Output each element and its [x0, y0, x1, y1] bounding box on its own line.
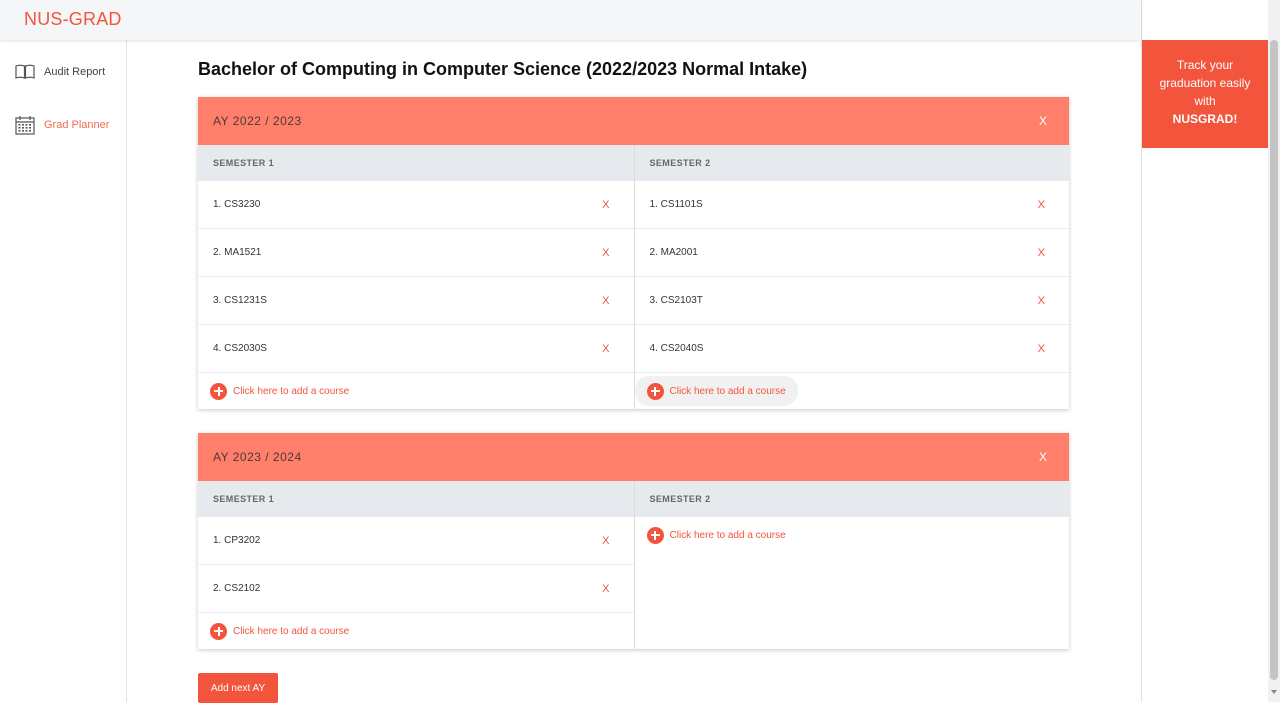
course-code: 3. CS1231S	[213, 295, 267, 306]
semester-column: SEMESTER 1 1. CS3230 X 2. MA1521 X 3. CS…	[198, 145, 634, 409]
sidebar-item-label: Grad Planner	[44, 119, 110, 131]
add-circle-icon	[646, 382, 664, 400]
promo-brand: NUSGRAD!	[1172, 112, 1238, 126]
course-row: 2. MA2001 X	[634, 229, 1069, 277]
promo-line: graduation easily	[1159, 76, 1251, 90]
course-row: 3. CS1231S X	[198, 277, 634, 325]
academic-year-header: AY 2022 / 2023 X	[198, 97, 1069, 145]
top-bar: NUS-GRAD	[0, 0, 1141, 40]
semester-column: SEMESTER 2 Click here to add a course	[633, 481, 1070, 649]
remove-course-button[interactable]: X	[1038, 295, 1045, 307]
course-code: 1. CS3230	[213, 199, 261, 210]
course-code: 2. CS2102	[213, 583, 261, 594]
semester-header: SEMESTER 2	[634, 481, 1069, 517]
course-code: 1. CP3202	[213, 535, 261, 546]
academic-year-card: AY 2023 / 2024 X SEMESTER 1 1. CP3202 X …	[198, 433, 1069, 649]
vertical-scrollbar[interactable]	[1268, 0, 1280, 702]
remove-course-button[interactable]: X	[602, 295, 609, 307]
semester-header: SEMESTER 1	[198, 145, 634, 181]
add-course-label: Click here to add a course	[233, 385, 350, 397]
app-logo[interactable]: NUS-GRAD	[24, 9, 122, 30]
semester-column: SEMESTER 2 1. CS1101S X 2. MA2001 X 3. C…	[633, 145, 1069, 409]
promo-banner: Track your graduation easily with NUSGRA…	[1142, 40, 1268, 148]
course-row: 4. CS2040S X	[634, 325, 1069, 373]
promo-line: with	[1194, 94, 1216, 108]
book-icon	[14, 62, 36, 82]
sidebar: Audit Report Grad Planner	[0, 40, 127, 702]
add-course-button[interactable]: Click here to add a course	[634, 376, 798, 406]
add-course-label: Click here to add a course	[233, 625, 350, 637]
add-course-button[interactable]: Click here to add a course	[635, 517, 1070, 553]
sidebar-item-audit-report[interactable]: Audit Report	[14, 62, 105, 82]
add-course-button[interactable]: Click here to add a course	[198, 613, 634, 649]
semester-header: SEMESTER 2	[634, 145, 1069, 181]
remove-course-button[interactable]: X	[602, 247, 609, 259]
course-code: 3. CS2103T	[649, 295, 703, 306]
course-code: 2. MA2001	[649, 247, 698, 258]
remove-academic-year-button[interactable]: X	[1039, 114, 1047, 128]
promo-line: Track your	[1176, 58, 1234, 72]
remove-course-button[interactable]: X	[602, 535, 609, 547]
remove-course-button[interactable]: X	[602, 199, 609, 211]
add-course-label: Click here to add a course	[669, 529, 786, 541]
remove-academic-year-button[interactable]: X	[1039, 450, 1047, 464]
course-row: 1. CS3230 X	[198, 181, 634, 229]
add-next-ay-button[interactable]: Add next AY	[198, 673, 278, 703]
remove-course-button[interactable]: X	[602, 343, 609, 355]
scroll-down-arrow-icon[interactable]	[1271, 690, 1277, 694]
remove-course-button[interactable]: X	[1038, 199, 1045, 211]
add-circle-icon	[210, 622, 227, 640]
remove-course-button[interactable]: X	[1038, 343, 1045, 355]
course-code: 4. CS2030S	[213, 343, 267, 354]
add-circle-icon	[210, 382, 227, 400]
remove-course-button[interactable]: X	[602, 583, 609, 595]
course-row: 3. CS2103T X	[634, 277, 1069, 325]
calendar-icon	[14, 115, 36, 135]
academic-year-title: AY 2022 / 2023	[213, 114, 302, 128]
academic-year-header: AY 2023 / 2024 X	[198, 433, 1069, 481]
add-circle-icon	[646, 526, 664, 544]
course-code: 1. CS1101S	[649, 199, 703, 210]
course-row: 1. CP3202 X	[198, 517, 634, 565]
add-course-label: Click here to add a course	[669, 385, 786, 397]
page-title: Bachelor of Computing in Computer Scienc…	[198, 59, 808, 79]
scrollbar-thumb[interactable]	[1270, 40, 1278, 680]
main-content: Bachelor of Computing in Computer Scienc…	[127, 40, 1141, 703]
course-row: 4. CS2030S X	[198, 325, 634, 373]
semester-header: SEMESTER 1	[198, 481, 634, 517]
add-course-button[interactable]: Click here to add a course	[198, 373, 634, 409]
course-row: 1. CS1101S X	[634, 181, 1069, 229]
academic-year-card: AY 2022 / 2023 X SEMESTER 1 1. CS3230 X …	[198, 97, 1069, 409]
sidebar-item-grad-planner[interactable]: Grad Planner	[14, 115, 109, 135]
semester-column: SEMESTER 1 1. CP3202 X 2. CS2102 X Click…	[198, 481, 634, 649]
sidebar-item-label: Audit Report	[44, 66, 106, 78]
course-row: 2. MA1521 X	[198, 229, 634, 277]
academic-year-title: AY 2023 / 2024	[213, 450, 302, 464]
course-code: 4. CS2040S	[649, 343, 704, 354]
course-code: 2. MA1521	[213, 247, 262, 258]
course-row: 2. CS2102 X	[198, 565, 634, 613]
remove-course-button[interactable]: X	[1038, 247, 1045, 259]
